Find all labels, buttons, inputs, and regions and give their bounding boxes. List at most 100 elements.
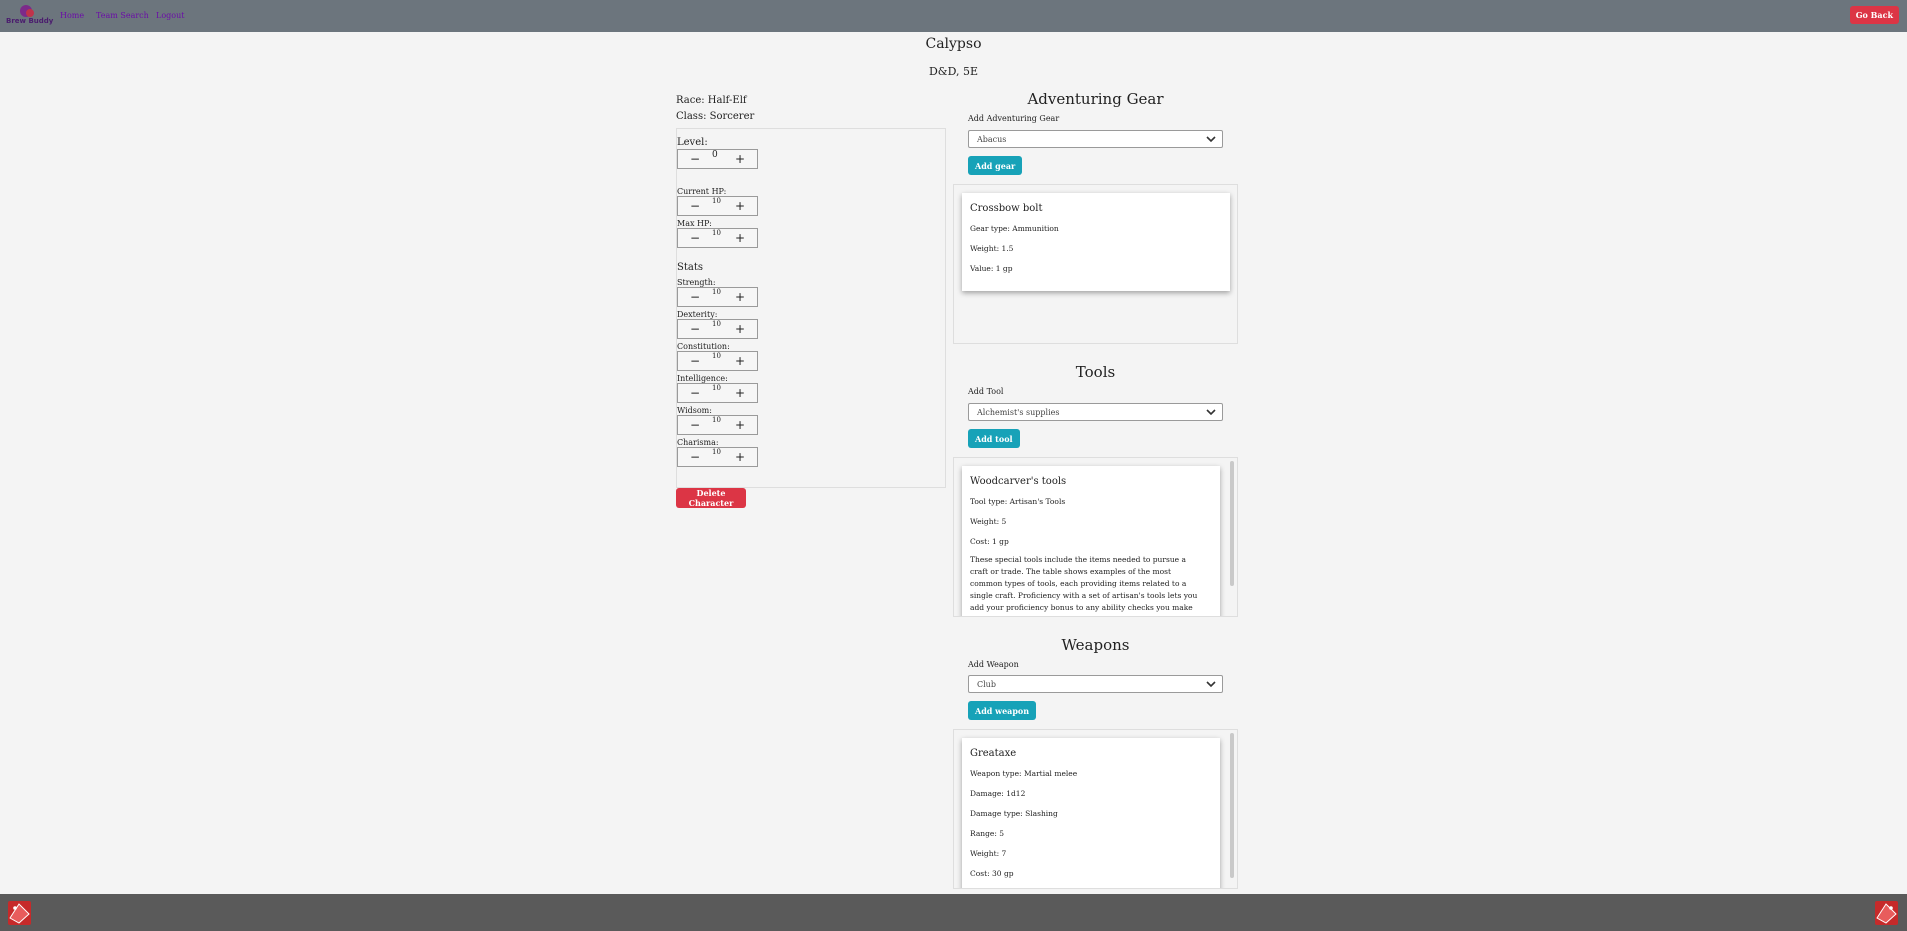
- tool-card-cost: Cost: 1 gp: [970, 537, 1009, 546]
- stat-stepper-intelligence: − 10 +: [677, 383, 758, 403]
- charisma-decrement-button[interactable]: −: [690, 450, 700, 464]
- chevron-down-icon: [1206, 136, 1216, 143]
- dice-icon: [8, 901, 31, 925]
- add-weapon-button[interactable]: Add weapon: [968, 701, 1037, 720]
- weapon-card-type: Weapon type: Martial melee: [970, 769, 1078, 778]
- tools-scrollbar[interactable]: [1230, 461, 1234, 586]
- tool-card: Woodcarver's tools Tool type: Artisan's …: [962, 466, 1220, 616]
- tool-card-weight: Weight: 5: [970, 517, 1007, 526]
- level-value[interactable]: 0: [712, 150, 718, 160]
- tools-select-value: Alchemist's supplies: [977, 408, 1060, 417]
- navbar: Brew Buddy Home Team Search Logout Go Ba…: [0, 0, 1907, 32]
- constitution-decrement-button[interactable]: −: [690, 354, 700, 368]
- add-gear-button[interactable]: Add gear: [968, 156, 1023, 175]
- current-hp-label: Current HP:: [677, 187, 727, 196]
- chevron-down-icon: [1206, 409, 1216, 416]
- weapon-card-name: Greataxe: [970, 748, 1017, 759]
- max-hp-value[interactable]: 10: [712, 229, 721, 237]
- intelligence-value[interactable]: 10: [712, 384, 721, 392]
- chevron-down-icon: [1206, 681, 1216, 688]
- level-decrement-button[interactable]: −: [690, 152, 700, 166]
- weapon-card-weight: Weight: 7: [970, 849, 1007, 858]
- game-system: D&D, 5E: [928, 65, 979, 78]
- level-increment-button[interactable]: +: [735, 152, 745, 166]
- level-label: Level:: [677, 137, 708, 148]
- gear-card-weight: Weight: 1.5: [970, 244, 1014, 253]
- stats-title: Stats: [677, 262, 703, 273]
- dexterity-value[interactable]: 10: [712, 320, 721, 328]
- dexterity-decrement-button[interactable]: −: [690, 322, 700, 336]
- wisdom-decrement-button[interactable]: −: [690, 418, 700, 432]
- strength-value[interactable]: 10: [712, 288, 721, 296]
- current-hp-increment-button[interactable]: +: [735, 199, 745, 213]
- gear-section-title: Adventuring Gear: [1027, 90, 1164, 108]
- tool-card-type: Tool type: Artisan's Tools: [970, 497, 1066, 506]
- intelligence-decrement-button[interactable]: −: [690, 386, 700, 400]
- wisdom-value[interactable]: 10: [712, 416, 721, 424]
- stat-label-constitution: Constitution:: [677, 342, 730, 351]
- max-hp-decrement-button[interactable]: −: [690, 231, 700, 245]
- current-hp-decrement-button[interactable]: −: [690, 199, 700, 213]
- stat-label-charisma: Charisma:: [677, 438, 719, 447]
- weapons-list[interactable]: Greataxe Weapon type: Martial melee Dama…: [953, 729, 1238, 889]
- gear-select[interactable]: Abacus: [968, 130, 1223, 148]
- dice-icon: [1875, 901, 1898, 925]
- constitution-increment-button[interactable]: +: [735, 354, 745, 368]
- stat-label-intelligence: Intelligence:: [677, 374, 728, 383]
- delete-character-button[interactable]: Delete Character: [676, 488, 746, 508]
- strength-decrement-button[interactable]: −: [690, 290, 700, 304]
- weapons-select[interactable]: Club: [968, 675, 1223, 693]
- tool-card-name: Woodcarver's tools: [970, 476, 1067, 487]
- stat-stepper-charisma: − 10 +: [677, 447, 758, 467]
- weapon-card-damage-type: Damage type: Slashing: [970, 809, 1058, 818]
- tools-section-title: Tools: [1075, 363, 1116, 381]
- gear-select-value: Abacus: [977, 135, 1007, 144]
- character-class: Class: Sorcerer: [676, 111, 755, 122]
- gear-card: Crossbow bolt Gear type: Ammunition Weig…: [962, 193, 1230, 291]
- weapon-card-cost: Cost: 30 gp: [970, 869, 1014, 878]
- stat-stepper-constitution: − 10 +: [677, 351, 758, 371]
- max-hp-label: Max HP:: [677, 219, 712, 228]
- stat-label-dexterity: Dexterity:: [677, 310, 718, 319]
- wisdom-increment-button[interactable]: +: [735, 418, 745, 432]
- weapon-card: Greataxe Weapon type: Martial melee Dama…: [962, 738, 1220, 888]
- nav-link-logout[interactable]: Logout: [156, 11, 184, 20]
- character-name: Calypso: [925, 36, 982, 52]
- character-race: Race: Half-Elf: [676, 95, 747, 106]
- strength-increment-button[interactable]: +: [735, 290, 745, 304]
- logo-text: Brew Buddy: [6, 17, 54, 25]
- weapon-card-damage: Damage: 1d12: [970, 789, 1026, 798]
- stats-panel: Level: − 0 + Current HP: − 10 + Max HP: …: [676, 128, 946, 488]
- nav-link-team-search[interactable]: Team Search: [96, 11, 149, 20]
- tools-list[interactable]: Woodcarver's tools Tool type: Artisan's …: [953, 457, 1238, 617]
- current-hp-value[interactable]: 10: [712, 197, 721, 205]
- charisma-value[interactable]: 10: [712, 448, 721, 456]
- weapons-select-value: Club: [977, 680, 996, 689]
- stat-label-wisdom: Widsom:: [677, 406, 712, 415]
- logo-icon[interactable]: Brew Buddy: [6, 5, 53, 27]
- intelligence-increment-button[interactable]: +: [735, 386, 745, 400]
- gear-card-name: Crossbow bolt: [970, 203, 1043, 214]
- gear-add-label: Add Adventuring Gear: [968, 114, 1060, 123]
- tools-add-label: Add Tool: [968, 387, 1004, 396]
- weapons-section-title: Weapons: [1061, 636, 1130, 654]
- gear-list[interactable]: Crossbow bolt Gear type: Ammunition Weig…: [953, 184, 1238, 344]
- footer: [0, 894, 1907, 931]
- weapon-card-range: Range: 5: [970, 829, 1005, 838]
- go-back-button[interactable]: Go Back: [1849, 6, 1899, 24]
- charisma-increment-button[interactable]: +: [735, 450, 745, 464]
- constitution-value[interactable]: 10: [712, 352, 721, 360]
- max-hp-increment-button[interactable]: +: [735, 231, 745, 245]
- tools-select[interactable]: Alchemist's supplies: [968, 403, 1223, 421]
- stat-stepper-strength: − 10 +: [677, 287, 758, 307]
- nav-link-home[interactable]: Home: [60, 11, 84, 20]
- level-stepper: − 0 +: [677, 149, 758, 169]
- max-hp-stepper: − 10 +: [677, 228, 758, 248]
- gear-card-type: Gear type: Ammunition: [970, 224, 1059, 233]
- add-tool-button[interactable]: Add tool: [968, 429, 1020, 448]
- weapons-scrollbar[interactable]: [1230, 733, 1234, 878]
- dexterity-increment-button[interactable]: +: [735, 322, 745, 336]
- stat-stepper-dexterity: − 10 +: [677, 319, 758, 339]
- current-hp-stepper: − 10 +: [677, 196, 758, 216]
- gear-card-value: Value: 1 gp: [970, 264, 1013, 273]
